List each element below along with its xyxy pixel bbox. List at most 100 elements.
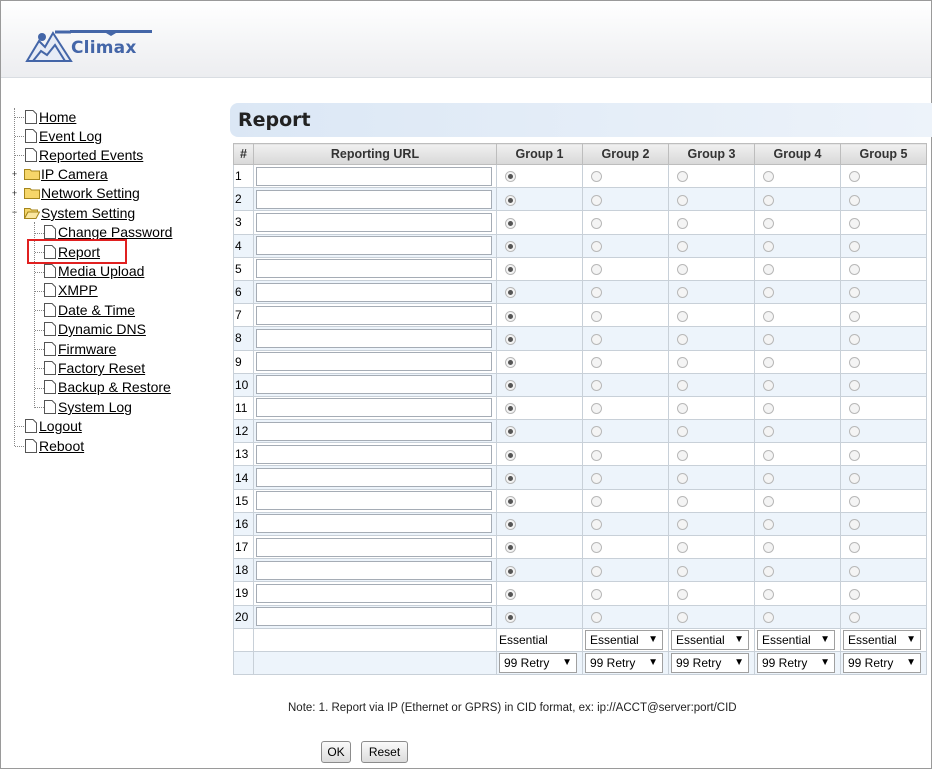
group-radio[interactable] <box>591 403 602 415</box>
nav-link[interactable]: Date & Time <box>58 302 135 318</box>
group-radio[interactable] <box>763 356 774 368</box>
nav-link[interactable]: Event Log <box>39 128 102 144</box>
nav-item-network-setting[interactable]: Network Setting <box>24 184 140 203</box>
group-radio[interactable] <box>763 496 774 508</box>
collapse-icon[interactable]: − <box>10 208 19 217</box>
group-radio[interactable] <box>677 194 688 206</box>
reset-button[interactable]: Reset <box>361 741 408 763</box>
group-radio[interactable] <box>677 310 688 322</box>
group-radio[interactable] <box>849 333 860 345</box>
nav-item-logout[interactable]: Logout <box>25 417 82 436</box>
group-radio[interactable] <box>849 356 860 368</box>
group-radio[interactable] <box>677 449 688 461</box>
group-radio[interactable] <box>677 217 688 229</box>
group-radio[interactable] <box>849 287 860 299</box>
group-radio[interactable] <box>591 264 602 276</box>
report-type-select[interactable]: Essential ▼ <box>585 629 663 650</box>
group-radio[interactable] <box>677 519 688 531</box>
group-radio[interactable] <box>763 403 774 415</box>
nav-item-backup-restore[interactable]: Backup & Restore <box>44 378 171 397</box>
group-radio[interactable] <box>677 611 688 623</box>
nav-link[interactable]: Factory Reset <box>58 360 145 376</box>
group-radio[interactable] <box>677 380 688 392</box>
group-radio[interactable] <box>505 356 516 368</box>
nav-item-factory-reset[interactable]: Factory Reset <box>44 359 145 378</box>
group-radio[interactable] <box>763 264 774 276</box>
reporting-url-input[interactable] <box>256 305 492 325</box>
group-radio[interactable] <box>677 264 688 276</box>
group-radio[interactable] <box>849 194 860 206</box>
group-radio[interactable] <box>849 611 860 623</box>
group-radio[interactable] <box>591 217 602 229</box>
report-type-select[interactable]: Essential ▼ <box>843 629 921 650</box>
nav-link[interactable]: IP Camera <box>41 166 108 182</box>
nav-item-reported-events[interactable]: Reported Events <box>25 146 143 165</box>
group-radio[interactable] <box>591 310 602 322</box>
group-radio[interactable] <box>591 496 602 508</box>
group-radio[interactable] <box>763 565 774 577</box>
ok-button[interactable]: OK <box>321 741 351 763</box>
group-radio[interactable] <box>591 611 602 623</box>
nav-link[interactable]: Change Password <box>58 224 172 240</box>
nav-link[interactable]: Firmware <box>58 341 116 357</box>
group-radio[interactable] <box>849 519 860 531</box>
reporting-url-input[interactable] <box>256 583 492 603</box>
group-radio[interactable] <box>849 310 860 322</box>
group-radio[interactable] <box>591 449 602 461</box>
group-radio[interactable] <box>763 542 774 554</box>
report-type-select[interactable]: Essential ▼ <box>671 629 749 650</box>
reporting-url-input[interactable] <box>256 514 492 534</box>
reporting-url-input[interactable] <box>256 189 492 209</box>
group-radio[interactable] <box>677 472 688 484</box>
nav-link[interactable]: System Setting <box>41 205 135 221</box>
group-radio[interactable] <box>591 472 602 484</box>
nav-link[interactable]: XMPP <box>58 282 98 298</box>
group-radio[interactable] <box>763 611 774 623</box>
nav-item-media-upload[interactable]: Media Upload <box>44 262 144 281</box>
group-radio[interactable] <box>677 565 688 577</box>
reporting-url-input[interactable] <box>256 560 492 580</box>
reporting-url-input[interactable] <box>256 212 492 232</box>
nav-item-xmpp[interactable]: XMPP <box>44 281 98 300</box>
group-radio[interactable] <box>677 403 688 415</box>
group-radio[interactable] <box>505 496 516 508</box>
reporting-url-input[interactable] <box>256 398 492 418</box>
group-radio[interactable] <box>849 380 860 392</box>
reporting-url-input[interactable] <box>256 259 492 279</box>
nav-link[interactable]: System Log <box>58 399 132 415</box>
group-radio[interactable] <box>849 403 860 415</box>
nav-item-ip-camera[interactable]: IP Camera <box>24 165 108 184</box>
group-radio[interactable] <box>505 472 516 484</box>
group-radio[interactable] <box>677 496 688 508</box>
group-radio[interactable] <box>677 542 688 554</box>
group-radio[interactable] <box>591 588 602 600</box>
nav-link[interactable]: Network Setting <box>41 185 140 201</box>
group-radio[interactable] <box>677 171 688 183</box>
group-radio[interactable] <box>591 356 602 368</box>
group-radio[interactable] <box>763 217 774 229</box>
reporting-url-input[interactable] <box>256 537 492 557</box>
retry-select[interactable]: 99 Retry ▼ <box>843 653 921 674</box>
group-radio[interactable] <box>505 426 516 438</box>
nav-item-event-log[interactable]: Event Log <box>25 127 102 146</box>
nav-link[interactable]: Backup & Restore <box>58 379 171 395</box>
group-radio[interactable] <box>677 356 688 368</box>
group-radio[interactable] <box>677 588 688 600</box>
group-radio[interactable] <box>505 449 516 461</box>
group-radio[interactable] <box>763 380 774 392</box>
group-radio[interactable] <box>763 519 774 531</box>
group-radio[interactable] <box>763 588 774 600</box>
group-radio[interactable] <box>849 496 860 508</box>
group-radio[interactable] <box>849 542 860 554</box>
group-radio[interactable] <box>849 449 860 461</box>
expand-icon[interactable]: + <box>10 170 19 179</box>
reporting-url-input[interactable] <box>256 328 492 348</box>
group-radio[interactable] <box>763 333 774 345</box>
group-radio[interactable] <box>505 217 516 229</box>
group-radio[interactable] <box>505 588 516 600</box>
nav-item-reboot[interactable]: Reboot <box>25 437 84 456</box>
group-radio[interactable] <box>763 240 774 252</box>
expand-icon[interactable]: + <box>10 189 19 198</box>
nav-link[interactable]: Reboot <box>39 438 84 454</box>
group-radio[interactable] <box>505 333 516 345</box>
